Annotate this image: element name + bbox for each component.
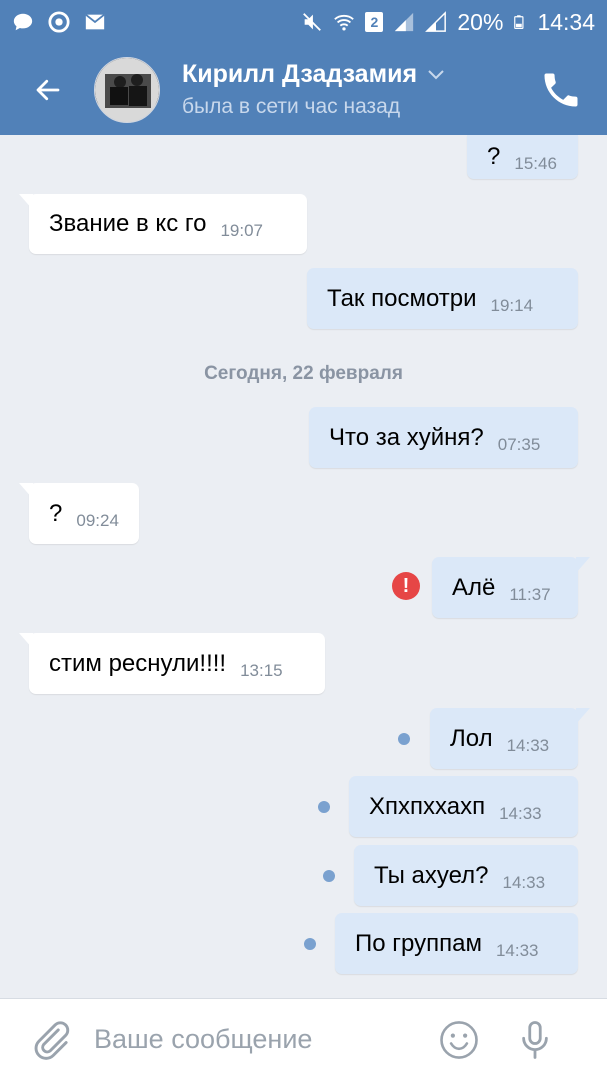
incoming-message[interactable]: стим реснули!!!! 13:15 [19,633,325,694]
outgoing-message[interactable]: Алё 11:37 [432,557,590,618]
outgoing-message[interactable]: Хпхпххахп 14:33 [349,776,578,837]
top-bar: 2 20% 14:34 Кирилл Дзадзамия была в сети… [0,0,607,135]
chat-bubble-icon [13,13,33,31]
signal-icon [395,12,414,32]
battery-icon [514,15,524,29]
chat-header: Кирилл Дзадзамия была в сети час назад [0,44,607,135]
back-button[interactable] [20,62,76,118]
message-text: Хпхпххахп [369,792,486,820]
message-time: 15:46 [514,154,557,173]
message-text: стим реснули!!!! [49,649,227,677]
smile-icon[interactable] [438,1019,480,1061]
chevron-down-icon [428,69,444,79]
clock: 14:34 [537,8,595,35]
avatar[interactable] [94,56,160,123]
contact-status: была в сети час назад [182,95,401,118]
signal-icon-2 [425,11,447,32]
wifi-icon [334,14,355,31]
message-time: 19:07 [220,221,263,240]
message-list[interactable]: ? 15:46 Звание в кс го 19:07 Так посмотри 19:… [0,135,607,998]
outgoing-message[interactable]: Так посмотри 19:14 [307,268,578,329]
message-text: Звание в кс го [49,210,207,237]
message-text: ? [487,143,501,170]
message-time: 14:33 [499,803,542,823]
message-text: Лол [450,724,493,752]
paperclip-icon[interactable] [28,1018,72,1062]
message-time: 07:35 [497,434,541,454]
message-text: Алё [452,573,496,601]
outgoing-message[interactable]: Что за хуйня? 07:35 [309,407,578,468]
mute-icon [303,13,322,31]
outgoing-message[interactable]: По группам 14:33 [335,913,578,974]
date-separator: Сегодня, 22 февраля [204,363,403,384]
unread-dot-icon [398,733,410,745]
chrome-icon [48,11,70,33]
message-time: 14:33 [502,872,546,892]
composer [0,998,607,1080]
message-time: 11:37 [509,584,551,604]
message-time: 14:33 [506,735,550,755]
outgoing-message[interactable]: ? 15:46 [467,135,578,179]
message-text: Ты ахуел? [374,861,489,889]
status-bar: 2 20% 14:34 [0,0,607,44]
mail-icon [85,13,105,30]
incoming-message[interactable]: ? 09:24 [19,483,139,544]
avatar-photo [95,57,159,122]
message-time: 19:14 [490,295,534,315]
message-time: 09:24 [76,510,119,530]
arrow-left-icon [36,79,60,100]
outgoing-message[interactable]: Лол 14:33 [430,708,590,769]
battery-percent: 20% [457,8,504,35]
microphone-icon[interactable] [514,1019,556,1061]
message-time: 14:33 [495,940,539,960]
send-error-icon[interactable]: ! [392,572,420,600]
message-text: По группам [355,929,482,957]
message-text: Что за хуйня? [329,423,484,451]
incoming-message[interactable]: Звание в кс го 19:07 [19,194,307,254]
unread-dot-icon [318,801,330,813]
contact-info[interactable]: Кирилл Дзадзамия была в сети час назад [182,60,445,119]
message-input[interactable] [94,1014,434,1065]
sim-badge: 2 [365,12,384,32]
unread-dot-icon [304,938,316,950]
message-text: Так посмотри [327,284,477,312]
contact-name: Кирилл Дзадзамия [182,60,418,88]
message-time: 13:15 [240,660,283,680]
outgoing-message[interactable]: Ты ахуел? 14:33 [354,845,578,906]
phone-icon[interactable] [539,68,583,112]
message-text: ? [49,499,63,527]
unread-dot-icon [323,870,335,882]
